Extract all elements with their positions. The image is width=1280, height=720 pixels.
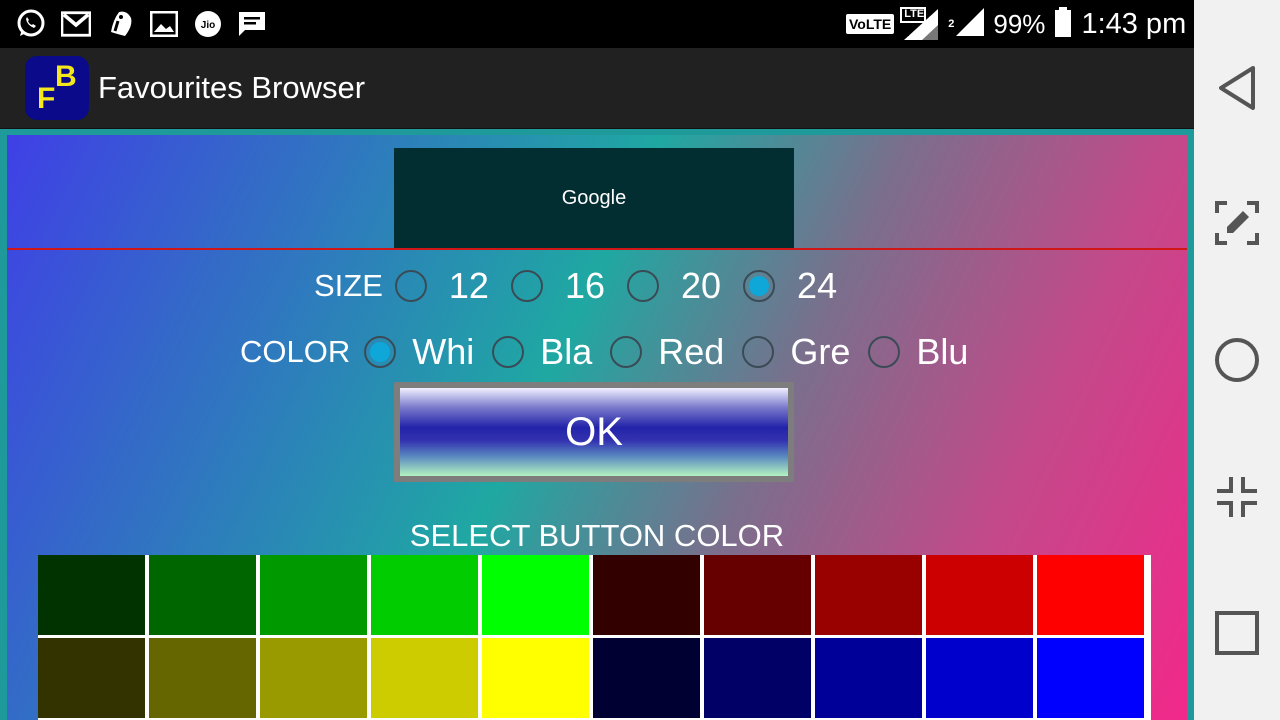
color-swatch[interactable]: [149, 555, 256, 635]
color-radio-red[interactable]: [610, 336, 643, 368]
recents-icon[interactable]: [1212, 608, 1262, 658]
color-swatch[interactable]: [371, 555, 478, 635]
color-swatch[interactable]: [593, 555, 700, 635]
signal-icon: [955, 7, 985, 42]
battery-icon: [1055, 6, 1072, 42]
size-label: SIZE: [314, 268, 383, 303]
size-row: SIZE 12 16 20 24: [314, 265, 855, 307]
select-button-color-title: SELECT BUTTON COLOR: [409, 518, 785, 553]
app-bar: F B Favourites Browser: [0, 48, 1194, 129]
color-radio-black[interactable]: [492, 336, 525, 368]
color-swatch[interactable]: [482, 638, 589, 718]
gallery-icon: [149, 9, 179, 39]
color-swatch[interactable]: [482, 555, 589, 635]
color-swatch[interactable]: [926, 638, 1033, 718]
message-icon: [237, 9, 267, 39]
color-swatch[interactable]: [1037, 638, 1144, 718]
color-option-green[interactable]: Gre: [790, 331, 850, 373]
settings-panel: Google SIZE 12 16 20 24 COLOR Whi Bla Re…: [7, 135, 1187, 720]
size-radio-12[interactable]: [394, 270, 427, 302]
info-icon: [105, 9, 135, 39]
jio-icon: Jio: [193, 9, 223, 39]
logo-letter-f: F: [37, 82, 56, 115]
color-swatch[interactable]: [38, 555, 145, 635]
color-option-blue[interactable]: Blu: [916, 331, 968, 373]
color-label: COLOR: [240, 334, 351, 369]
size-radio-24[interactable]: [743, 270, 776, 302]
color-option-black[interactable]: Bla: [540, 331, 592, 373]
size-option-20[interactable]: 20: [681, 265, 721, 307]
color-swatch[interactable]: [1037, 555, 1144, 635]
size-option-12[interactable]: 12: [449, 265, 489, 307]
screenshot-edit-icon[interactable]: [1212, 198, 1262, 248]
whatsapp-icon: [16, 9, 46, 39]
sim2-label: 2: [948, 18, 955, 30]
color-palette: [38, 555, 1151, 720]
volte-badge: VoLTE: [846, 14, 895, 34]
preview-button[interactable]: Google: [394, 148, 794, 248]
svg-text:Jio: Jio: [201, 20, 215, 31]
color-swatch[interactable]: [815, 638, 922, 718]
navigation-bar: [1194, 0, 1280, 720]
color-row: COLOR Whi Bla Red Gre Blu: [240, 331, 986, 373]
content-area: Google SIZE 12 16 20 24 COLOR Whi Bla Re…: [0, 129, 1194, 720]
lte-signal-icon: LTE 1: [900, 7, 942, 41]
size-radio-20[interactable]: [627, 270, 659, 302]
color-swatch[interactable]: [815, 555, 922, 635]
preview-text: Google: [561, 186, 627, 209]
clock: 1:43 pm: [1081, 7, 1187, 40]
divider-line: [7, 248, 1187, 250]
color-option-red[interactable]: Red: [658, 331, 724, 373]
logo-letter-b: B: [55, 60, 77, 93]
color-swatch[interactable]: [38, 638, 145, 718]
app-logo-icon: F B: [25, 56, 89, 120]
color-radio-green[interactable]: [742, 336, 775, 368]
color-swatch[interactable]: [260, 555, 367, 635]
color-swatch[interactable]: [260, 638, 367, 718]
sim1-label: 1: [903, 27, 910, 39]
battery-percent: 99%: [993, 8, 1046, 39]
ok-button[interactable]: OK: [394, 382, 794, 482]
lte-label: LTE: [904, 8, 925, 20]
size-option-16[interactable]: 16: [565, 265, 605, 307]
color-radio-white[interactable]: [364, 336, 397, 368]
color-option-white[interactable]: Whi: [412, 331, 474, 373]
color-swatch[interactable]: [926, 555, 1033, 635]
collapse-icon[interactable]: [1212, 472, 1262, 522]
size-radio-16[interactable]: [510, 270, 543, 302]
color-swatch[interactable]: [704, 555, 811, 635]
back-icon[interactable]: [1212, 63, 1262, 113]
color-radio-blue[interactable]: [868, 336, 901, 368]
gmail-icon: [61, 9, 91, 39]
status-bar: Jio VoLTE LTE 1 2 99% 1:43 pm: [0, 0, 1194, 48]
home-icon[interactable]: [1212, 335, 1262, 385]
color-swatch[interactable]: [371, 638, 478, 718]
color-swatch[interactable]: [704, 638, 811, 718]
app-title: Favourites Browser: [98, 70, 366, 105]
color-swatch[interactable]: [593, 638, 700, 718]
ok-button-label: OK: [565, 409, 623, 454]
size-option-24[interactable]: 24: [797, 265, 837, 307]
color-swatch[interactable]: [149, 638, 256, 718]
